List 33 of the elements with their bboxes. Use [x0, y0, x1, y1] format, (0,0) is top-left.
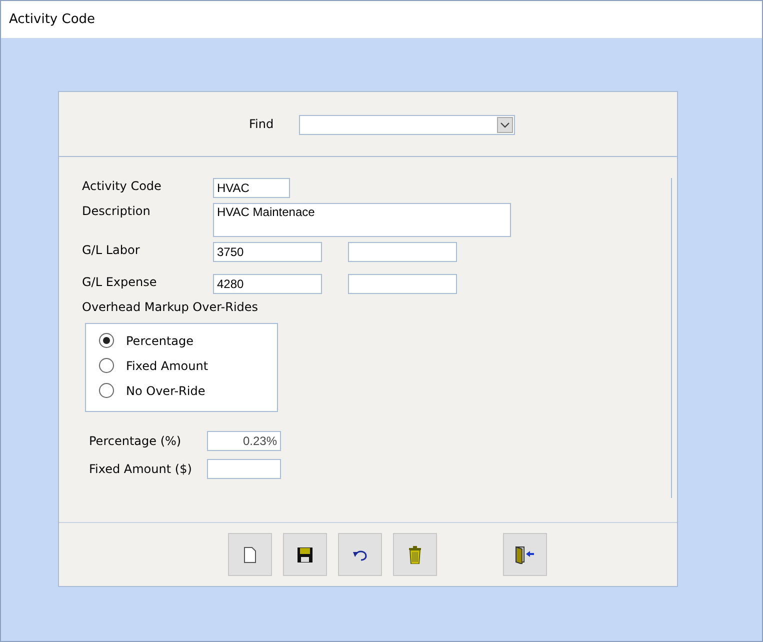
radio-label[interactable]: Percentage: [126, 334, 194, 348]
text-field[interactable]: HVAC: [213, 178, 290, 198]
field-label: G/L Expense: [82, 274, 158, 289]
section-label: Overhead Markup Over-Rides: [82, 300, 260, 314]
save-icon: [297, 546, 313, 562]
field-label: Activity Code: [82, 178, 162, 193]
radio-button[interactable]: [99, 358, 114, 373]
text-field[interactable]: 4280: [213, 274, 322, 294]
window-title: Activity Code: [9, 12, 96, 27]
trash-icon: [409, 546, 421, 564]
save-button[interactable]: [283, 533, 327, 576]
field-label: Fixed Amount ($): [89, 462, 193, 476]
field-label: Description: [82, 203, 152, 218]
text-area[interactable]: HVAC Maintenace: [213, 203, 511, 237]
text-field[interactable]: [348, 242, 457, 262]
text-field[interactable]: [207, 459, 281, 479]
radio-label[interactable]: Fixed Amount: [126, 358, 208, 372]
radio-label[interactable]: No Over-Ride: [126, 384, 206, 398]
text-field[interactable]: 3750: [213, 242, 322, 262]
radio-button[interactable]: [99, 383, 114, 398]
document-icon: [244, 546, 256, 562]
undo-button[interactable]: [338, 533, 382, 576]
exit-door-icon: [515, 546, 535, 564]
radio-button[interactable]: [99, 333, 114, 348]
new-button[interactable]: [228, 533, 272, 576]
find-label: Find: [249, 117, 275, 131]
exit-button[interactable]: [503, 533, 547, 576]
field-label: Percentage (%): [89, 434, 182, 448]
undo-icon: [352, 548, 368, 560]
delete-button[interactable]: [393, 533, 437, 576]
text-field[interactable]: [348, 274, 457, 294]
field-label: G/L Labor: [82, 242, 141, 257]
text-field[interactable]: 0.23%: [207, 431, 281, 451]
